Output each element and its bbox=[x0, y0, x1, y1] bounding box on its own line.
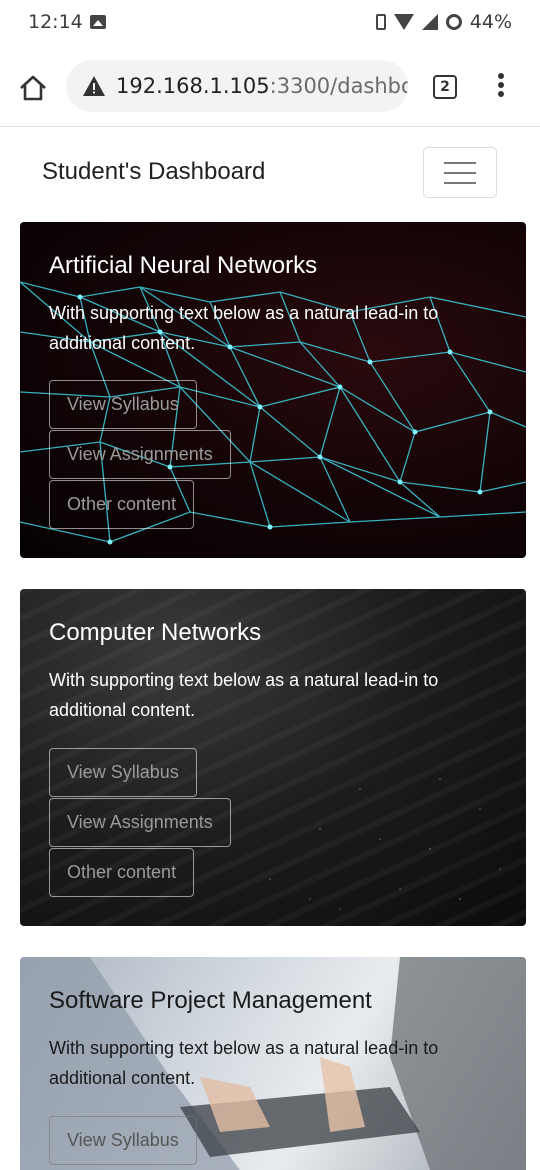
battery-percent: 44% bbox=[469, 11, 512, 33]
browser-toolbar: 192.168.1.105:3300/dashbo 2 bbox=[0, 46, 540, 127]
card-text: With supporting text below as a natural … bbox=[49, 670, 439, 720]
navbar: Student's Dashboard bbox=[0, 127, 540, 217]
status-time: 12:14 bbox=[28, 11, 83, 33]
warning-icon[interactable] bbox=[82, 75, 106, 97]
course-card-ann: Artificial Neural Networks With supporti… bbox=[20, 222, 526, 558]
url-path: :3300/dashbo bbox=[269, 74, 408, 98]
status-bar: 12:14 44% bbox=[0, 0, 540, 46]
course-card-cn: Computer Networks With supporting text b… bbox=[20, 589, 526, 926]
card-title: Computer Networks bbox=[49, 619, 262, 646]
navbar-brand[interactable]: Student's Dashboard bbox=[42, 158, 265, 186]
view-syllabus-button[interactable]: View Syllabus bbox=[49, 748, 197, 797]
view-syllabus-button[interactable]: View Syllabus bbox=[49, 1116, 197, 1165]
view-assignments-button[interactable]: View Assignments bbox=[49, 430, 231, 479]
card-text: With supporting text below as a natural … bbox=[49, 303, 439, 353]
image-icon bbox=[90, 15, 106, 29]
vibrate-icon bbox=[375, 14, 386, 30]
status-right-group: 44% bbox=[375, 11, 512, 33]
wifi-icon bbox=[393, 14, 414, 30]
view-syllabus-button[interactable]: View Syllabus bbox=[49, 380, 197, 429]
battery-saver-icon bbox=[445, 14, 462, 30]
view-assignments-button[interactable]: View Assignments bbox=[49, 798, 231, 847]
other-content-button[interactable]: Other content bbox=[49, 848, 195, 897]
card-title: Software Project Management bbox=[49, 987, 372, 1014]
tab-switcher-icon[interactable]: 2 bbox=[433, 75, 457, 99]
more-vert-icon[interactable] bbox=[496, 73, 506, 101]
hamburger-icon[interactable] bbox=[423, 147, 497, 198]
url-bar[interactable]: 192.168.1.105:3300/dashbo bbox=[66, 60, 408, 112]
other-content-button[interactable]: Other content bbox=[49, 480, 195, 529]
card-text: With supporting text below as a natural … bbox=[49, 1038, 439, 1088]
signal-icon bbox=[421, 14, 438, 30]
card-title: Artificial Neural Networks bbox=[49, 252, 318, 279]
url-host: 192.168.1.105 bbox=[116, 74, 270, 98]
home-icon[interactable] bbox=[18, 74, 48, 102]
url-text[interactable]: 192.168.1.105:3300/dashbo bbox=[116, 74, 408, 98]
course-card-spm: Software Project Management With support… bbox=[20, 957, 526, 1170]
